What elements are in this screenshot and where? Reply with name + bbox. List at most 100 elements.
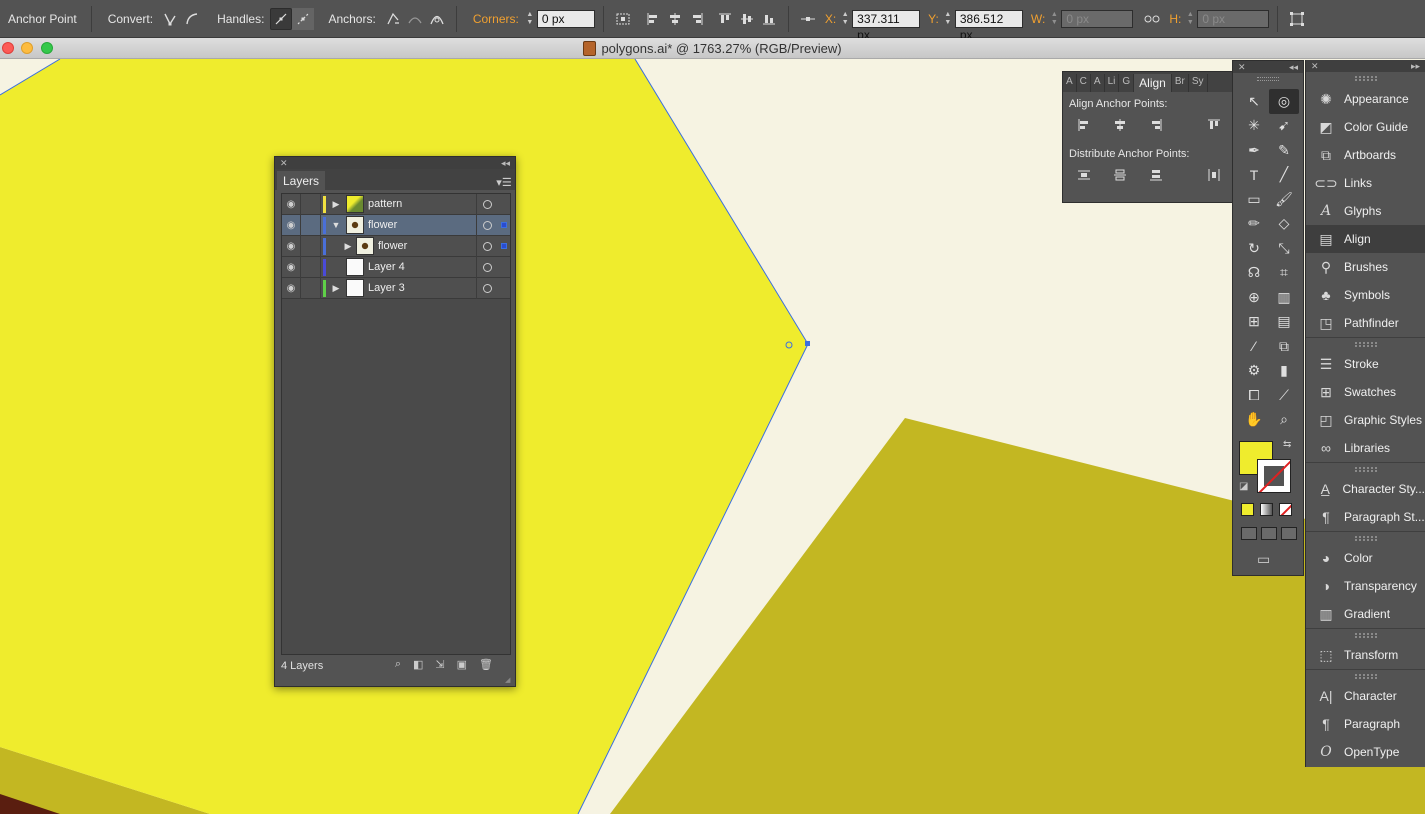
close-tools-icon[interactable]: ✕ [1238,62,1246,73]
tab-color[interactable]: C [1077,74,1091,92]
dock-item-graphic-styles[interactable]: ◰ Graphic Styles [1306,406,1425,434]
horizontal-align-center-icon[interactable] [1109,116,1131,134]
selection-indicator[interactable] [498,236,510,257]
align-left-icon[interactable] [642,8,664,30]
sublayer-row-flower[interactable]: ◉ ▶ flower [282,235,510,257]
direct-selection-tool-icon[interactable]: ◎ [1269,89,1299,114]
gradient-mode-icon[interactable] [1260,503,1273,516]
visibility-eye-icon[interactable]: ◉ [282,256,301,278]
layers-tab[interactable]: Layers [277,171,326,190]
dock-group-grip[interactable] [1306,531,1425,544]
pencil-tool-icon[interactable]: ✏ [1239,212,1269,237]
selection-column[interactable] [498,257,510,278]
screen-mode-icon[interactable]: ▭ [1257,551,1270,568]
panel-menu-icon[interactable]: ▾☰ [496,174,512,190]
column-graph-tool-icon[interactable]: ▮ [1269,359,1299,384]
warp-tool-icon[interactable]: ☊ [1239,261,1269,286]
tools-grip[interactable] [1257,77,1279,81]
y-input[interactable]: 386.512 px [954,9,1023,42]
dock-item-character-styles[interactable]: A̲ Character Sty... [1306,475,1425,503]
lock-toggle[interactable] [301,193,321,215]
paintbrush-tool-icon[interactable]: 🖌 [1269,187,1299,212]
locate-object-icon[interactable]: ⌕ [395,658,401,671]
dock-item-align[interactable]: ▤ Align [1306,225,1425,253]
corners-spinner[interactable]: ▲ ▼ [525,10,535,28]
dock-item-stroke[interactable]: ☰ Stroke [1306,350,1425,378]
visibility-eye-icon[interactable]: ◉ [282,277,301,299]
dock-item-artboards[interactable]: ⧉ Artboards [1306,141,1425,169]
create-new-layer-icon[interactable]: ▣ [457,658,467,671]
collapse-triangle-icon[interactable]: ▼ [326,220,346,230]
curvature-tool-icon[interactable]: ✎ [1269,138,1299,163]
expand-triangle-icon[interactable]: ▶ [340,241,356,252]
delete-layer-icon[interactable]: 🗑 [479,658,493,671]
w-input[interactable]: 0 px [1061,9,1134,28]
dock-item-links[interactable]: ⊂⊃ Links [1306,169,1425,197]
dock-item-paragraph[interactable]: ¶ Paragraph [1306,710,1425,738]
show-handles-icon[interactable] [270,7,293,30]
lock-toggle[interactable] [301,214,321,236]
zoom-tool-icon[interactable]: ⌕ [1269,408,1299,433]
none-mode-icon[interactable] [1279,503,1292,516]
layer-row-layer-3[interactable]: ◉ ▶ Layer 3 [282,277,510,299]
hide-handles-icon[interactable] [292,7,315,30]
selection-column[interactable] [498,194,510,215]
draw-inside-icon[interactable] [1281,527,1297,540]
draw-normal-icon[interactable] [1241,527,1257,540]
expand-dock-icon[interactable]: ▸▸ [1411,61,1420,72]
tab-brushes[interactable]: Br [1172,74,1189,92]
dock-group-grip[interactable] [1306,337,1425,350]
swap-fill-stroke-icon[interactable]: ⇆ [1283,439,1291,450]
lasso-tool-icon[interactable]: ➹ [1269,114,1299,139]
visibility-eye-icon[interactable]: ◉ [282,235,301,257]
gradient-tool-icon[interactable]: ▤ [1269,310,1299,335]
layer-row-pattern[interactable]: ◉ ▶ pattern [282,193,510,215]
distribute-left-icon[interactable] [1203,166,1225,184]
dock-item-character[interactable]: A| Character [1306,682,1425,710]
blend-tool-icon[interactable]: ⧉ [1269,334,1299,359]
align-top-icon[interactable] [714,8,736,30]
horizontal-align-left-icon[interactable] [1073,116,1095,134]
perspective-grid-tool-icon[interactable]: ▥ [1269,285,1299,310]
y-spinner[interactable]: ▲ ▼ [943,10,953,28]
selection-indicator[interactable] [498,215,510,236]
close-dock-icon[interactable]: ✕ [1311,61,1319,72]
dock-group-grip[interactable] [1306,462,1425,475]
cut-path-icon[interactable] [426,8,448,30]
free-transform-tool-icon[interactable]: ⌗ [1269,261,1299,286]
eraser-tool-icon[interactable]: ◇ [1269,212,1299,237]
vertical-align-top-icon[interactable] [1203,116,1225,134]
visibility-eye-icon[interactable]: ◉ [282,214,301,236]
magic-wand-tool-icon[interactable]: ✳ [1239,114,1269,139]
transform-reference-icon[interactable] [612,8,634,30]
visibility-eye-icon[interactable]: ◉ [282,193,301,215]
collapse-panel-icon[interactable]: ◂◂ [501,158,510,169]
expand-triangle-icon[interactable]: ▶ [326,199,346,210]
minimize-window-button[interactable] [21,42,33,54]
layer-row-flower[interactable]: ◉ ▼ flower [282,214,510,236]
target-toggle[interactable] [476,277,498,299]
selection-tool-icon[interactable]: ↖ [1239,89,1269,114]
artboard-tool-icon[interactable]: ⧠ [1239,383,1269,408]
dock-item-transparency[interactable]: ◑ Transparency [1306,572,1425,600]
dock-item-swatches[interactable]: ⊞ Swatches [1306,378,1425,406]
h-spinner[interactable]: ▲ ▼ [1185,10,1195,28]
tab-links[interactable]: Li [1105,74,1120,92]
dock-item-gradient[interactable]: ▥ Gradient [1306,600,1425,628]
lock-toggle[interactable] [301,235,321,257]
type-tool-icon[interactable]: T [1239,163,1269,188]
tab-align[interactable]: Align [1134,74,1172,92]
corners-input[interactable]: 0 px [536,9,595,28]
horizontal-align-right-icon[interactable] [1145,116,1167,134]
dock-item-opentype[interactable]: O OpenType [1306,738,1425,766]
convert-to-smooth-icon[interactable] [181,8,203,30]
dock-group-grip[interactable] [1306,628,1425,641]
target-toggle[interactable] [476,235,498,257]
constrain-proportions-icon[interactable] [1141,8,1163,30]
distribute-center-icon[interactable] [1109,166,1131,184]
rectangle-tool-icon[interactable]: ▭ [1239,187,1269,212]
distribute-top-icon[interactable] [1073,166,1095,184]
tab-appearance[interactable]: A [1063,74,1077,92]
slice-tool-icon[interactable]: ⟋ [1269,383,1299,408]
make-clipping-mask-icon[interactable]: ◧ [413,658,423,671]
